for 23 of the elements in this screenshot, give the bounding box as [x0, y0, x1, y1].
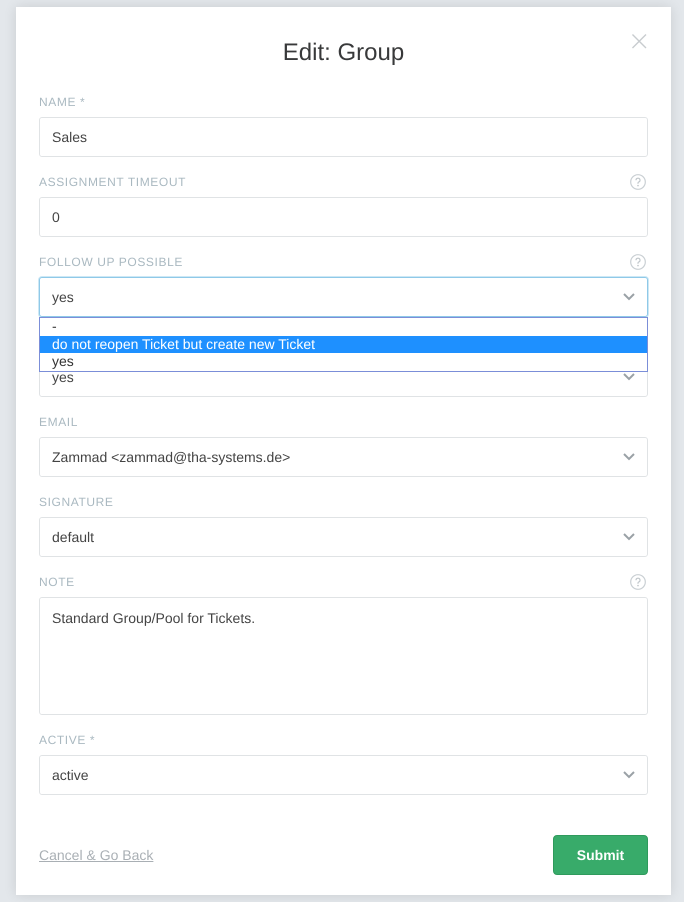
- chevron-down-icon: [623, 453, 635, 461]
- textarea-field[interactable]: Standard Group/Pool for Tickets.: [39, 597, 648, 715]
- text-field[interactable]: 0: [39, 197, 648, 237]
- field-label: NAME *: [39, 95, 86, 109]
- help-icon[interactable]: [630, 254, 646, 270]
- select-field[interactable]: yes: [39, 277, 648, 317]
- field-label: ACTIVE *: [39, 733, 96, 747]
- dialog-title: Edit: Group: [282, 38, 404, 68]
- chevron-down-icon: [623, 293, 635, 301]
- help-icon[interactable]: [630, 174, 646, 190]
- select-field[interactable]: Zammad <zammad@tha-systems.de>: [39, 437, 648, 477]
- chevron-down-icon: [623, 771, 635, 779]
- chevron-down-icon: [623, 533, 635, 541]
- field-label: FOLLOW UP POSSIBLE: [39, 255, 183, 269]
- field-label: SIGNATURE: [39, 495, 114, 509]
- help-icon[interactable]: [630, 574, 646, 590]
- select-field[interactable]: active: [39, 755, 648, 795]
- select-field[interactable]: default: [39, 517, 648, 557]
- field-label: NOTE: [39, 575, 75, 589]
- field-label: EMAIL: [39, 415, 78, 429]
- chevron-down-icon: [623, 373, 635, 381]
- text-field[interactable]: Sales: [39, 117, 648, 157]
- field-label: ASSIGNMENT TIMEOUT: [39, 175, 186, 189]
